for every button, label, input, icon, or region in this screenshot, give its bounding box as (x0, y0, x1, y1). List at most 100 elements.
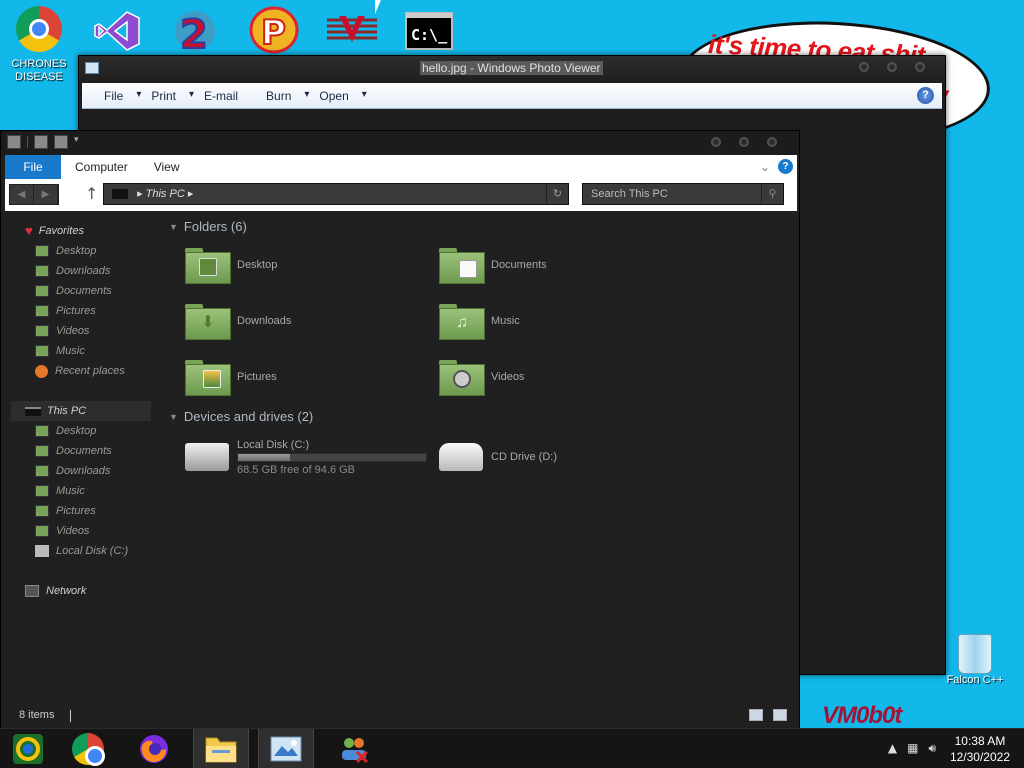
nav-item-desktop[interactable]: Desktop (11, 241, 151, 261)
computer-icon (25, 406, 41, 416)
nav-item-music[interactable]: Music (11, 341, 151, 361)
search-input[interactable]: Search This PC ⚲ (582, 183, 784, 205)
folder-tile-pictures[interactable]: Pictures (185, 359, 439, 396)
help-icon[interactable]: ? (917, 87, 934, 104)
start-button[interactable] (0, 729, 56, 768)
nav-item-local-disk[interactable]: Local Disk (C:) (11, 541, 151, 561)
desktop-icon-recycle-bin[interactable]: Falcon C++ (944, 634, 1006, 686)
section-title: Devices and drives (2) (183, 409, 314, 424)
close-button[interactable] (915, 62, 925, 72)
menu-print[interactable]: Print (147, 89, 193, 103)
folder-tile-desktop[interactable]: Desktop (185, 247, 439, 284)
nav-item-downloads[interactable]: Downloads (11, 461, 151, 481)
svg-text:P: P (261, 13, 286, 53)
chevron-down-icon[interactable]: ▾ (74, 135, 82, 149)
details-view-icon[interactable] (749, 709, 763, 721)
up-arrow-icon[interactable]: ↑ (85, 184, 98, 203)
nav-item-recent-places[interactable]: Recent places (11, 361, 151, 381)
music-folder-icon (35, 485, 49, 497)
folder-tile-documents[interactable]: Documents (439, 247, 693, 284)
nav-item-documents[interactable]: Documents (11, 281, 151, 301)
nav-item-videos[interactable]: Videos (11, 321, 151, 341)
nav-item-music[interactable]: Music (11, 481, 151, 501)
desktop-icon-cmd[interactable]: C:\_ (404, 12, 454, 53)
downloads-folder-icon (35, 465, 49, 477)
forward-button[interactable]: ▶ (34, 185, 58, 204)
quick-access-toolbar: ▾ (7, 135, 82, 149)
explorer-titlebar[interactable]: ▾ (1, 131, 799, 155)
volume-icon[interactable]: 🔊︎ (928, 741, 936, 756)
back-button[interactable]: ◀ (10, 185, 34, 204)
desktop-icon-v[interactable] (326, 12, 378, 49)
breadcrumb-chevron-icon[interactable]: ▸ (137, 188, 146, 200)
desktop-icon-2[interactable]: 2 (170, 8, 220, 59)
maximize-button[interactable] (739, 137, 749, 147)
chrome-icon (72, 733, 105, 766)
nav-favorites[interactable]: ♥ Favorites (11, 221, 151, 241)
minimize-button[interactable] (711, 137, 721, 147)
nav-group-label: Network (46, 585, 87, 597)
refresh-icon[interactable]: ↻ (546, 184, 568, 204)
drive-name: Local Disk (C:) (237, 438, 310, 451)
section-title: Folders (6) (183, 219, 247, 234)
nav-item-pictures[interactable]: Pictures (11, 501, 151, 521)
network-icon[interactable]: ▦ (907, 741, 918, 756)
tab-file[interactable]: File (5, 155, 61, 179)
taskbar-firefox[interactable] (126, 729, 182, 768)
taskbar-photo-viewer[interactable] (258, 729, 314, 768)
tab-view[interactable]: View (154, 160, 180, 174)
desktop-icon-visual-studio[interactable] (92, 10, 142, 55)
drive-tile-local-disk[interactable]: Local Disk (C:) 68.5 GB free of 94.6 GB (185, 437, 439, 477)
address-bar[interactable]: ▸ This PC ▸ ↻ (103, 183, 569, 205)
help-icon[interactable]: ? (778, 159, 793, 174)
folders-section-header[interactable]: ▼ Folders (6) (169, 215, 789, 239)
nav-item-label: Pictures (56, 505, 96, 517)
large-icons-view-icon[interactable] (773, 709, 787, 721)
nav-this-pc[interactable]: This PC (11, 401, 151, 421)
nav-item-label: Downloads (56, 265, 111, 277)
taskbar-file-explorer[interactable] (193, 729, 249, 768)
drive-tile-cd[interactable]: CD Drive (D:) (439, 437, 693, 477)
clock[interactable]: 10:38 AM 12/30/2022 (950, 733, 1010, 765)
nav-item-label: Pictures (56, 305, 96, 317)
expand-ribbon-icon[interactable]: ⌄ (760, 160, 770, 174)
menu-open[interactable]: Open (315, 89, 367, 103)
nav-item-pictures[interactable]: Pictures (11, 301, 151, 321)
folder-tile-music[interactable]: ♫ Music (439, 303, 693, 340)
show-hidden-icons-icon[interactable]: ▲ (888, 741, 897, 756)
breadcrumb-this-pc[interactable]: This PC (146, 188, 185, 200)
nav-item-videos[interactable]: Videos (11, 521, 151, 541)
downloads-folder-icon: ⬇ (185, 304, 231, 340)
folder-tile-downloads[interactable]: ⬇ Downloads (185, 303, 439, 340)
drives-section-header[interactable]: ▼ Devices and drives (2) (169, 405, 789, 429)
folder-name: Pictures (237, 371, 277, 383)
nav-network[interactable]: Network (11, 581, 151, 601)
maximize-button[interactable] (887, 62, 897, 72)
minimize-button[interactable] (859, 62, 869, 72)
taskbar-chrome[interactable] (60, 729, 116, 768)
nav-item-downloads[interactable]: Downloads (11, 261, 151, 281)
folder-tile-videos[interactable]: Videos (439, 359, 693, 396)
properties-icon[interactable] (34, 135, 48, 149)
system-tray: ▲ ▦ 🔊︎ (888, 741, 936, 756)
folder-name: Desktop (237, 259, 278, 271)
desktop-folder-icon (185, 248, 231, 284)
item-count: 8 items (19, 709, 55, 721)
nav-item-desktop[interactable]: Desktop (11, 421, 151, 441)
new-folder-icon[interactable] (54, 135, 68, 149)
taskbar-app[interactable] (326, 729, 382, 768)
nav-item-documents[interactable]: Documents (11, 441, 151, 461)
menu-burn[interactable]: Burn (262, 89, 310, 103)
desktop-icon-p[interactable]: P (248, 6, 300, 57)
close-button[interactable] (767, 137, 777, 147)
breadcrumb-chevron-icon[interactable]: ▸ (188, 188, 194, 200)
menu-file[interactable]: File (100, 89, 142, 103)
menu-email[interactable]: E-mail (200, 89, 250, 103)
search-icon[interactable]: ⚲ (761, 184, 783, 204)
desktop-icon-chrome[interactable]: CHRONES DISEASE (8, 6, 70, 84)
file-explorer-window[interactable]: ▾ File Computer View ⌄ ? ◀ ▶ ↑ ▸ This PC… (0, 130, 800, 730)
folder-name: Documents (491, 259, 547, 271)
nav-item-label: Desktop (56, 245, 97, 257)
photo-viewer-titlebar[interactable]: hello.jpg - Windows Photo Viewer (79, 56, 945, 82)
tab-computer[interactable]: Computer (75, 160, 128, 174)
